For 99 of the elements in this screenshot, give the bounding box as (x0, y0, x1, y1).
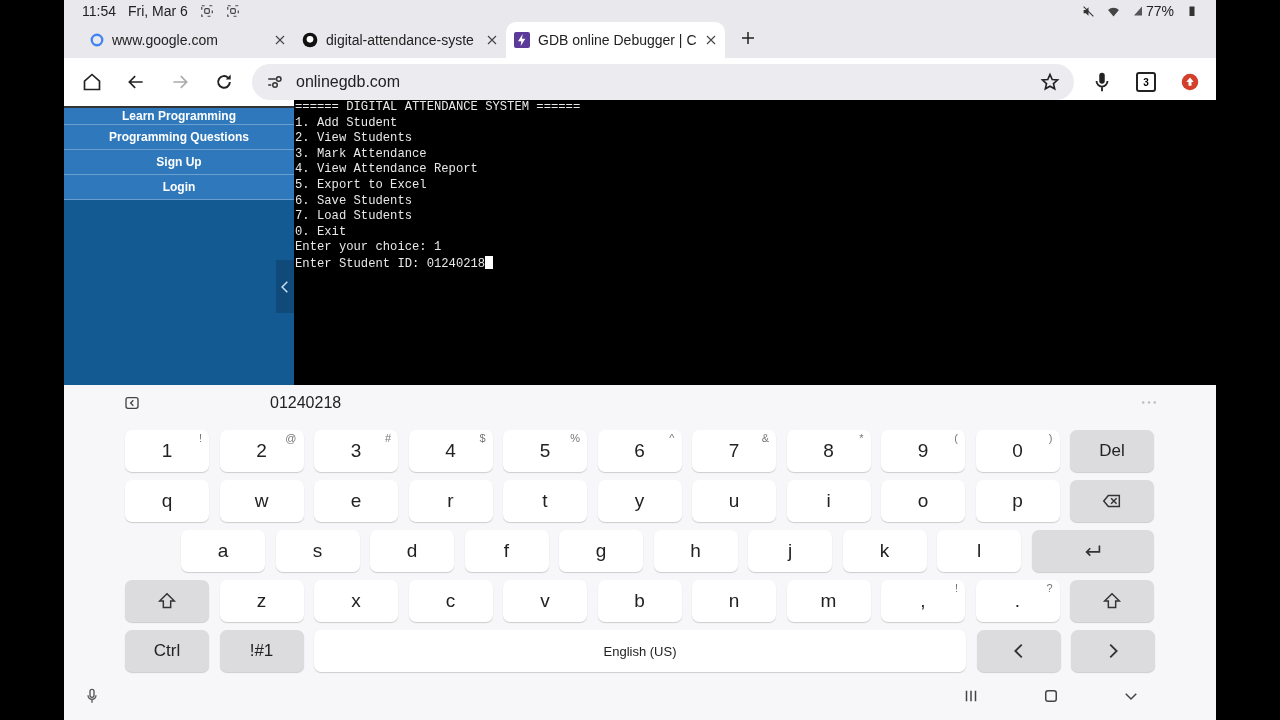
key[interactable]: z (219, 580, 304, 622)
key[interactable] (125, 580, 209, 622)
key-hint: $ (479, 432, 486, 444)
menu-item[interactable]: Learn Programming (64, 108, 294, 125)
key[interactable]: 7 & (692, 430, 776, 472)
key[interactable]: 8 * (786, 430, 871, 472)
key-hint: % (570, 432, 580, 444)
browser-tab[interactable]: digital-attendance-syste (294, 22, 506, 58)
reload-icon (214, 72, 234, 92)
key[interactable]: i (786, 480, 871, 522)
key[interactable]: n (692, 580, 776, 622)
terminal-line: 7. Load Students (295, 209, 414, 225)
clock: 11:54 (82, 3, 116, 19)
key[interactable]: b (597, 580, 682, 622)
key-hint: ! (954, 582, 958, 594)
key[interactable]: 9 ( (881, 430, 965, 472)
key[interactable]: o (881, 480, 965, 522)
terminal-line: 2. View Students (295, 131, 414, 147)
site-settings-icon (266, 73, 284, 91)
home-square-icon (1042, 687, 1060, 705)
address-bar[interactable]: onlinegdb.com (252, 64, 1074, 100)
lightning-icon (514, 32, 530, 48)
screenshot-icon (199, 4, 214, 18)
keyboard-back-icon (124, 394, 140, 411)
key[interactable] (1070, 480, 1154, 522)
key[interactable]: c (408, 580, 493, 622)
key[interactable]: g (559, 530, 643, 572)
key-hint: * (859, 432, 864, 444)
menu-item[interactable]: Login (64, 175, 294, 200)
key[interactable]: !#1 (219, 630, 304, 672)
close-icon (486, 34, 498, 46)
suggestion[interactable]: 01240218 (270, 393, 342, 412)
space-key[interactable]: English (US) (314, 630, 966, 672)
url-text: onlinegdb.com (296, 73, 402, 91)
key[interactable]: p (975, 480, 1060, 522)
key[interactable]: u (692, 480, 776, 522)
terminal-line: Enter Student ID: 01240218 (295, 255, 1216, 273)
menu-item[interactable]: Programming Questions (64, 125, 294, 150)
browser-tab[interactable]: GDB online Debugger | C (506, 22, 725, 58)
key[interactable]: w (219, 480, 304, 522)
key[interactable]: k (842, 530, 927, 572)
key-hint: @ (285, 432, 297, 444)
close-icon (274, 34, 286, 46)
key[interactable]: 4 $ (408, 430, 493, 472)
key[interactable]: v (503, 580, 587, 622)
mute-icon (1081, 4, 1095, 18)
home-icon (82, 72, 102, 92)
more-icon (1142, 401, 1156, 404)
menu-item[interactable]: Sign Up (64, 150, 294, 175)
terminal-line: 3. Mark Attendance (295, 146, 428, 163)
key[interactable]: s (275, 530, 360, 572)
mic-icon (84, 688, 100, 704)
star-icon (1040, 72, 1060, 92)
key[interactable]: 1 ! (125, 430, 209, 472)
key[interactable]: 2 @ (219, 430, 304, 472)
key[interactable]: r (408, 480, 493, 522)
key[interactable]: 5 % (503, 430, 587, 472)
key[interactable]: x (314, 580, 398, 622)
key[interactable]: 3 # (314, 430, 398, 472)
terminal-line: 1. Add Student (295, 115, 399, 132)
key[interactable]: 0 ) (975, 430, 1060, 472)
screenshot-icon (225, 4, 240, 18)
key[interactable]: 6 ^ (597, 430, 682, 472)
key[interactable]: Ctrl (125, 630, 209, 672)
key[interactable]: m (786, 580, 871, 622)
close-icon (704, 34, 717, 46)
key-hint: ( (954, 432, 958, 444)
terminal-line: 6. Save Students (295, 193, 414, 210)
key-hint: ! (198, 432, 202, 444)
key[interactable]: h (653, 530, 738, 572)
key[interactable]: y (597, 480, 682, 522)
tab-count[interactable]: 3 (1136, 72, 1156, 92)
key[interactable]: Del (1070, 430, 1154, 472)
key[interactable]: f (464, 530, 549, 572)
key[interactable]: j (748, 530, 832, 572)
signal-icon (1131, 5, 1144, 17)
terminal-line: 0. Exit (295, 224, 348, 241)
terminal-line: Enter your choice: 1 (295, 240, 443, 256)
key-hint: ) (1048, 432, 1053, 444)
key-hint: ^ (669, 432, 675, 444)
date: Fri, Mar 6 (128, 3, 188, 19)
key[interactable]: , ! (881, 580, 965, 622)
collapse-button[interactable] (276, 260, 294, 313)
terminal-line: 5. Export to Excel (295, 177, 428, 194)
key[interactable]: . ? (975, 580, 1060, 622)
terminal-line: 4. View Attendance Report (295, 162, 479, 178)
key[interactable]: a (181, 530, 265, 572)
key[interactable]: e (314, 480, 398, 522)
key-hint: # (384, 432, 391, 444)
key[interactable]: l (937, 530, 1021, 572)
key[interactable]: t (503, 480, 587, 522)
browser-tab[interactable]: www.google.com (82, 22, 294, 58)
battery-level: 77% (1145, 3, 1174, 19)
key[interactable] (1070, 580, 1154, 622)
key-hint: ? (1046, 582, 1053, 594)
key[interactable]: d (370, 530, 454, 572)
terminal-line: ====== DIGITAL ATTENDANCE SYSTEM ====== (295, 100, 582, 116)
key[interactable]: q (125, 480, 209, 522)
key-hint: & (761, 432, 769, 444)
